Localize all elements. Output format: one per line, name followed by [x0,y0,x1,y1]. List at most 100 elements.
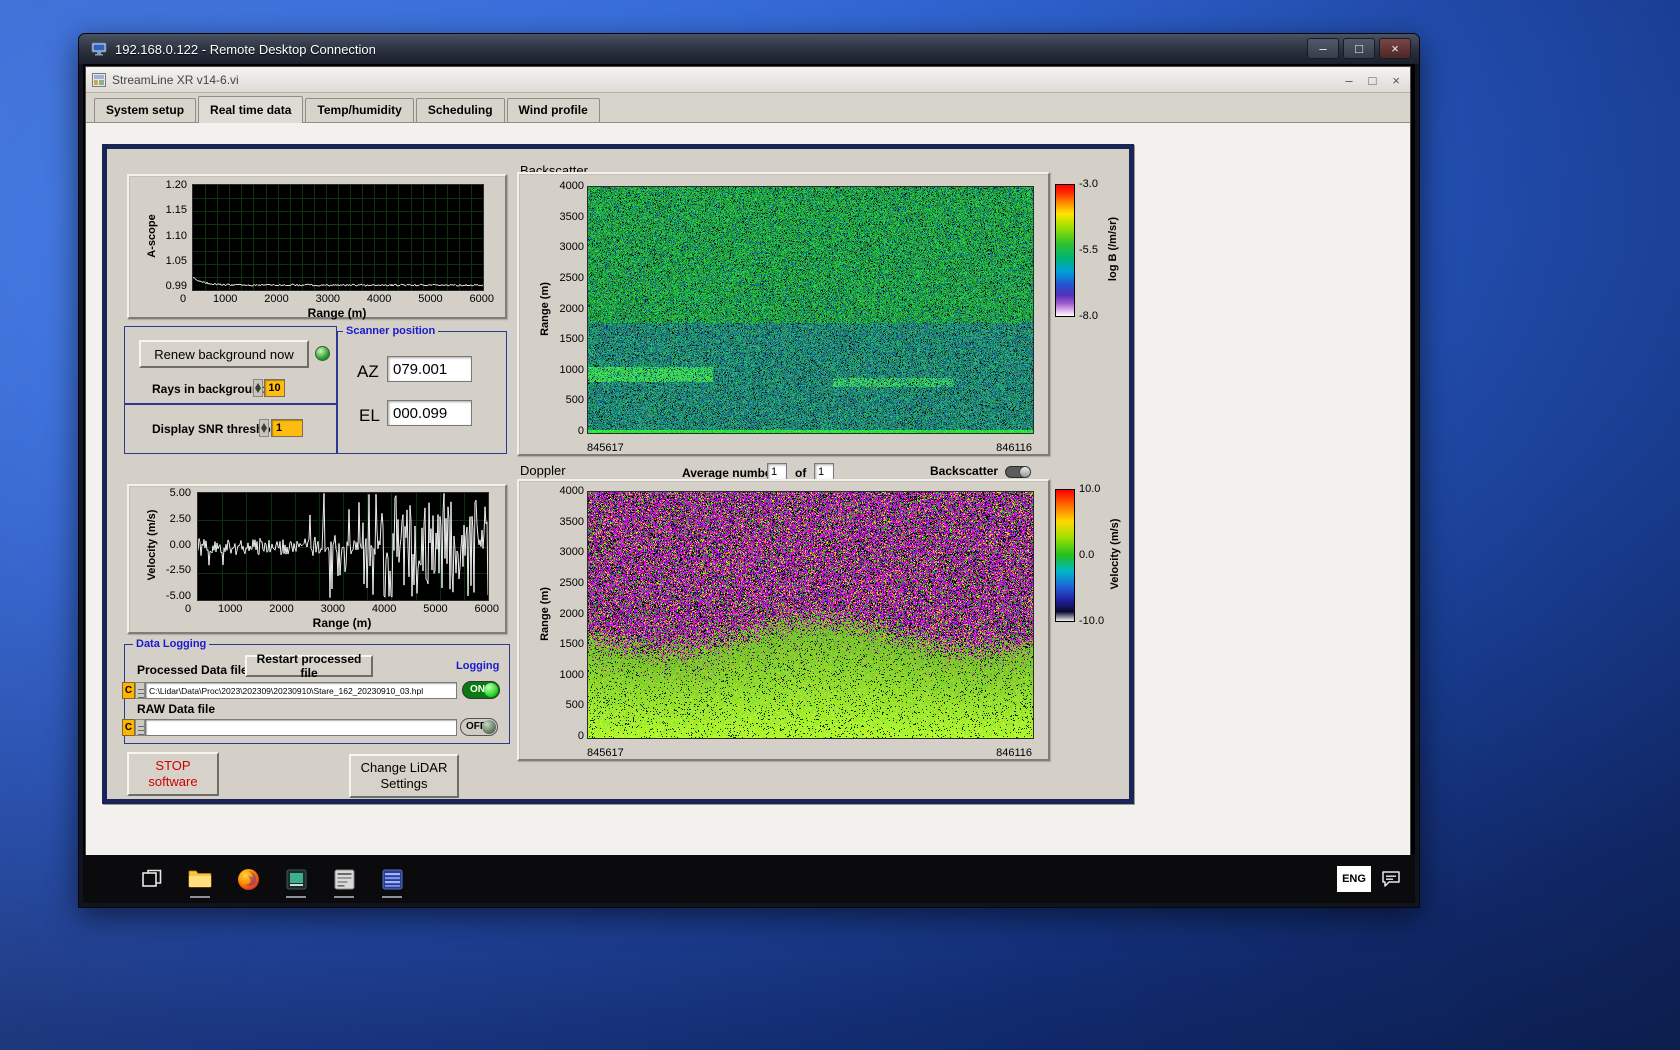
backscatter-toggle[interactable] [1005,466,1031,478]
rdp-close-button[interactable]: × [1379,38,1411,59]
data-logging-title: Data Logging [133,638,209,650]
ascope-plot [192,184,484,291]
raw-data-file-label: RAW Data file [137,702,215,716]
backscatter-x-end: 846116 [996,443,1032,454]
ascope-xtick: 2000 [264,294,288,305]
snr-value-field[interactable]: 1 [271,419,303,437]
doppler-colorbar-label: Velocity (m/s) [1109,519,1121,590]
renew-background-button[interactable]: Renew background now [139,340,309,368]
firefox-icon[interactable] [235,864,261,894]
scan-sched-icon[interactable] [331,864,357,894]
remote-session: StreamLine XR v14-6.vi – □ × System setu… [83,64,1415,903]
stop-label-line1: STOP [155,758,190,774]
backscatter-ytick: 2500 [548,273,584,284]
app-icon [92,73,106,87]
rdp-minimize-button[interactable]: – [1307,38,1339,59]
backscatter-ytick: 500 [548,395,584,406]
rdp-titlebar[interactable]: 192.168.0.122 - Remote Desktop Connectio… [79,34,1419,64]
ascope-ytick: 1.15 [151,205,187,216]
restart-processed-file-button[interactable]: Restart processed file [245,655,373,677]
velocity-xtick: 2000 [269,604,293,615]
average-count-field[interactable]: 1 [814,463,834,480]
rays-in-background-label: Rays in background [152,382,267,396]
doppler-xlabels: 845617 846116 [587,748,1032,759]
stop-label-line2: software [148,774,197,790]
change-lidar-line1: Change LiDAR [361,760,448,776]
task-view-icon[interactable] [139,864,165,894]
app-window: StreamLine XR v14-6.vi – □ × System setu… [85,66,1411,856]
raw-drive-letter[interactable]: C [122,719,135,736]
ascope-ytick: 1.05 [151,256,187,267]
velocity-yticks: 5.00 2.50 0.00 -2.50 -5.00 [149,488,191,602]
backscatter-ytick: 3000 [548,242,584,253]
velocity-xlabel: Range (m) [197,616,487,630]
processed-data-file-label: Processed Data file [137,663,248,677]
doppler-ytick: 0 [548,731,584,742]
velocity-xtick: 3000 [321,604,345,615]
tab-real-time-data[interactable]: Real time data [198,96,303,123]
tab-temp-humidity[interactable]: Temp/humidity [305,98,413,122]
tab-scheduling[interactable]: Scheduling [416,98,505,122]
velocity-ytick: 0.00 [149,540,191,551]
ascope-xtick: 0 [180,294,186,305]
velocity-xtick: 6000 [475,604,499,615]
doppler-ytick: 3000 [548,547,584,558]
rays-value-field[interactable]: 10 [264,379,285,397]
tab-wind-profile[interactable]: Wind profile [507,98,600,122]
ascope-xtick: 1000 [213,294,237,305]
rays-spinner[interactable] [253,379,263,397]
rdp-maximize-button[interactable]: □ [1343,38,1375,59]
doppler-heatmap [587,491,1034,739]
velocity-xtick: 5000 [423,604,447,615]
main-panel: A-scope 1.20 1.15 1.10 1.05 0.99 0 1000 … [102,144,1134,804]
file-explorer-icon[interactable] [187,864,213,894]
raw-logging-toggle[interactable]: OFF [460,718,498,736]
notification-icon[interactable] [1381,870,1401,893]
backscatter-ytick: 0 [548,426,584,437]
tab-system-setup[interactable]: System setup [94,98,196,122]
app-title: StreamLine XR v14-6.vi [112,73,239,87]
change-lidar-settings-button[interactable]: Change LiDAR Settings [349,754,459,798]
language-indicator[interactable]: ENG [1337,866,1371,892]
average-number-field[interactable]: 1 [767,463,787,480]
az-value-field[interactable]: 079.001 [387,356,472,382]
doppler-ytick: 4000 [548,486,584,497]
stop-software-button[interactable]: STOP software [127,752,219,796]
app-minimize-button[interactable]: – [1345,73,1352,88]
raw-file-path-field[interactable] [145,719,457,736]
doppler-x-start: 845617 [587,748,624,759]
processed-logging-toggle[interactable]: ON [462,681,500,699]
ascope-xtick: 6000 [470,294,494,305]
taskbar: ENG [83,855,1415,903]
scheduler-app-icon[interactable] [379,864,405,894]
velocity-xtick: 1000 [218,604,242,615]
app-titlebar[interactable]: StreamLine XR v14-6.vi – □ × [86,67,1410,93]
app-close-button[interactable]: × [1392,73,1400,88]
colorbar-tick: -8.0 [1079,311,1111,322]
raw-browse-icon[interactable] [135,719,145,736]
velocity-ytick: -5.00 [149,591,191,602]
az-label: AZ [357,362,379,382]
colorbar-tick: -10.0 [1079,616,1113,627]
doppler-colorbar-ticks: 10.0 0.0 -10.0 [1079,484,1113,627]
app-restore-button[interactable]: □ [1369,73,1377,88]
backscatter-heatmap [587,186,1034,434]
screenshot-app-icon[interactable] [283,864,309,894]
backscatter-ytick: 2000 [548,304,584,315]
backscatter-xlabels: 845617 846116 [587,443,1032,454]
front-panel: A-scope 1.20 1.15 1.10 1.05 0.99 0 1000 … [86,123,1410,855]
doppler-ytick: 500 [548,700,584,711]
backscatter-ytick: 3500 [548,212,584,223]
desktop: 192.168.0.122 - Remote Desktop Connectio… [0,0,1680,1050]
processed-file-path-field[interactable]: C:\Lidar\Data\Proc\2023\202309\20230910\… [145,682,457,699]
backscatter-colorbar-label: log B (/m/sr) [1107,217,1119,281]
processed-browse-icon[interactable] [135,682,145,699]
el-label: EL [359,406,380,426]
snr-spinner[interactable] [259,419,269,437]
ascope-xtick: 4000 [367,294,391,305]
doppler-ytick: 1500 [548,639,584,650]
el-value-field[interactable]: 000.099 [387,400,472,426]
processed-drive-letter[interactable]: C [122,682,135,699]
doppler-x-end: 846116 [996,748,1032,759]
colorbar-tick: 10.0 [1079,484,1113,495]
